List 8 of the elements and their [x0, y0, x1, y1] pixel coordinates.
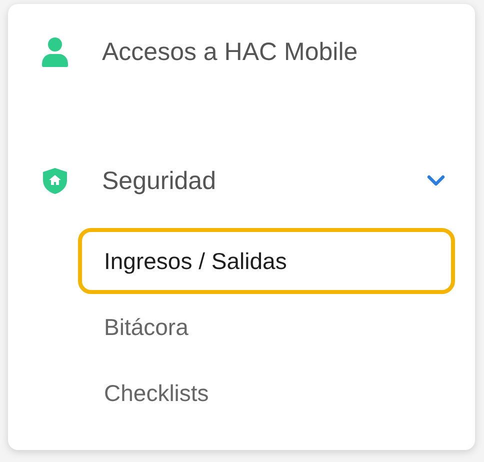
submenu-item[interactable]: Checklists — [78, 360, 455, 426]
shield-home-icon — [43, 168, 67, 194]
submenu-item[interactable]: Bitácora — [78, 294, 455, 360]
menu-item[interactable]: Accesos a HAC Mobile — [8, 24, 475, 80]
chevron-icon[interactable] — [427, 175, 445, 187]
menu-item[interactable]: Seguridad — [102, 166, 427, 196]
person-icon — [42, 37, 68, 67]
submenu-item[interactable]: Ingresos / Salidas — [78, 228, 455, 294]
